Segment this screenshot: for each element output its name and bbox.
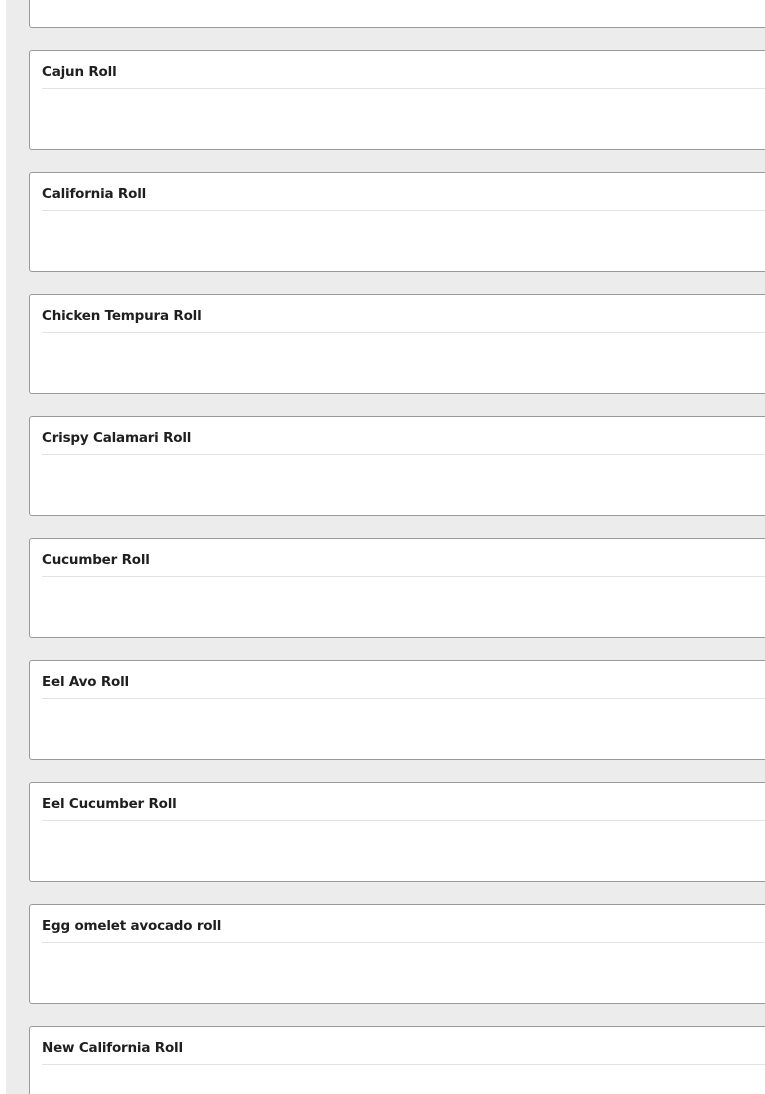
menu-item-card[interactable]: Egg omelet avocado roll <box>29 904 765 1004</box>
menu-item-card[interactable]: Cucumber Roll <box>29 538 765 638</box>
menu-item-name: Eel Avo Roll <box>42 674 129 690</box>
menu-item-name: Egg omelet avocado roll <box>42 918 222 934</box>
menu-item-name: Eel Cucumber Roll <box>42 796 177 812</box>
menu-item-header: Cajun Roll <box>42 51 765 89</box>
menu-item-body <box>42 943 765 1003</box>
menu-item-name: Chicken Tempura Roll <box>42 308 202 324</box>
menu-item-body <box>42 211 765 271</box>
menu-item-body <box>42 1065 765 1094</box>
menu-page: Cajun Roll California Roll Chicken Tempu… <box>6 0 765 1094</box>
menu-item-name: Cajun Roll <box>42 64 117 80</box>
menu-item-name: Crispy Calamari Roll <box>42 430 192 446</box>
menu-item-header: Chicken Tempura Roll <box>42 295 765 333</box>
menu-item-name: California Roll <box>42 186 147 202</box>
menu-item-header: Eel Avo Roll <box>42 661 765 699</box>
menu-item-header: California Roll <box>42 173 765 211</box>
menu-item-body <box>42 455 765 515</box>
menu-item-card[interactable]: Eel Cucumber Roll <box>29 782 765 882</box>
menu-item-header: Eel Cucumber Roll <box>42 783 765 821</box>
menu-item-header: Egg omelet avocado roll <box>42 905 765 943</box>
menu-item-body <box>42 577 765 637</box>
menu-item-header: Cucumber Roll <box>42 539 765 577</box>
menu-item-card[interactable]: Crispy Calamari Roll <box>29 416 765 516</box>
menu-item-name: New California Roll <box>42 1040 183 1056</box>
menu-item-card[interactable]: California Roll <box>29 172 765 272</box>
menu-item-card[interactable]: Cajun Roll <box>29 50 765 150</box>
menu-item-card[interactable]: Eel Avo Roll <box>29 660 765 760</box>
menu-item-name: Cucumber Roll <box>42 552 150 568</box>
menu-item-body <box>42 699 765 759</box>
menu-item-header: New California Roll <box>42 1027 765 1065</box>
menu-item-list: Cajun Roll California Roll Chicken Tempu… <box>29 0 765 1094</box>
menu-item-card[interactable] <box>29 0 765 28</box>
menu-item-header: Crispy Calamari Roll <box>42 417 765 455</box>
menu-item-body <box>42 0 765 27</box>
menu-item-body <box>42 89 765 149</box>
menu-item-body <box>42 333 765 393</box>
menu-item-card[interactable]: Chicken Tempura Roll <box>29 294 765 394</box>
menu-item-card[interactable]: New California Roll <box>29 1026 765 1094</box>
menu-item-body <box>42 821 765 881</box>
